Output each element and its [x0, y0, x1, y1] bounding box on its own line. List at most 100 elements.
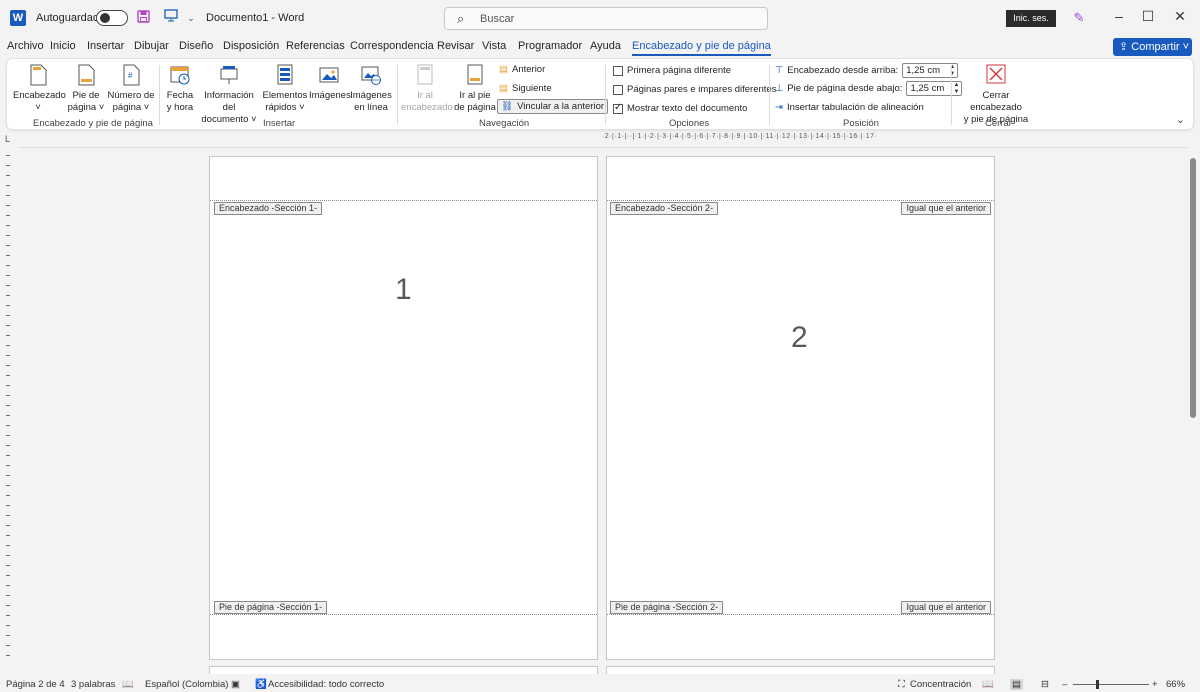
- zoom-slider-thumb[interactable]: [1096, 680, 1099, 689]
- online-pictures-button[interactable]: Imágenes en línea: [349, 63, 393, 114]
- header-section-tag: Encabezado -Sección 2-: [610, 202, 719, 215]
- go-to-header-label-2: encabezado: [401, 102, 453, 113]
- tab-dibujar[interactable]: Dibujar: [134, 40, 169, 52]
- footer-button[interactable]: Pie de página ˅: [65, 63, 107, 114]
- tab-encabezado-pie[interactable]: Encabezado y pie de página: [632, 40, 771, 56]
- link-to-previous-button[interactable]: ⛓ Vincular a la anterior: [497, 99, 609, 114]
- page-1[interactable]: Encabezado -Sección 1- 1 Pie de página -…: [209, 156, 598, 660]
- page-2[interactable]: Encabezado -Sección 2- Igual que el ante…: [606, 156, 995, 660]
- close-header-footer-button[interactable]: Cerrar encabezado y pie de página: [957, 63, 1035, 126]
- tab-selector-icon[interactable]: L: [5, 134, 10, 144]
- tab-ayuda[interactable]: Ayuda: [590, 40, 621, 52]
- print-layout-icon[interactable]: ▤: [1010, 679, 1023, 690]
- autosave-toggle[interactable]: [96, 10, 128, 26]
- tab-archivo[interactable]: Archivo: [7, 40, 44, 52]
- word-logo-icon: W: [10, 10, 26, 26]
- go-to-header-icon: [417, 64, 433, 85]
- footer-from-bottom-input[interactable]: 1,25 cm ▲ ▼: [906, 81, 963, 96]
- document-info-button[interactable]: Información del documento ˅: [197, 63, 261, 126]
- insert-alignment-tab-button[interactable]: ⇥ Insertar tabulación de alineación: [775, 102, 924, 113]
- header-section-tag: Encabezado -Sección 1-: [214, 202, 323, 215]
- ribbon-separator: [951, 65, 952, 125]
- date-time-label-2: y hora: [166, 102, 194, 113]
- footer-from-bottom-row: ⊥ Pie de página desde abajo: 1,25 cm ▲ ▼: [775, 81, 963, 96]
- tab-correspondencia[interactable]: Correspondencia: [350, 40, 434, 52]
- pictures-button[interactable]: Imágenes: [309, 63, 351, 102]
- previous-icon: ▤: [499, 64, 508, 75]
- text-predictions-icon[interactable]: ▣: [231, 679, 240, 690]
- zoom-in-icon[interactable]: +: [1152, 679, 1158, 690]
- zoom-level[interactable]: 66%: [1166, 679, 1185, 690]
- document-info-label-1: Información del: [204, 90, 254, 113]
- header-from-top-input[interactable]: 1,25 cm ▲ ▼: [902, 63, 959, 78]
- footer-from-bottom-value: 1,25 cm: [910, 83, 945, 94]
- share-button[interactable]: ⇪ Compartir ˅: [1113, 38, 1192, 56]
- header-chevron: ˅: [35, 102, 41, 113]
- sign-in-button[interactable]: Inic. ses.: [1006, 10, 1056, 27]
- go-to-header-button[interactable]: Ir al encabezado: [401, 63, 453, 114]
- zoom-out-icon[interactable]: –: [1062, 679, 1067, 690]
- web-layout-icon[interactable]: ⊟: [1041, 679, 1049, 690]
- close-icon[interactable]: ✕: [1170, 8, 1190, 25]
- share-icon: ⇪: [1119, 41, 1132, 53]
- page-count[interactable]: Página 2 de 4: [6, 679, 65, 690]
- header-from-top-value: 1,25 cm: [906, 65, 940, 76]
- go-to-footer-button[interactable]: Ir al pie de página: [453, 63, 497, 114]
- link-icon: ⛓: [501, 101, 514, 112]
- minimize-icon[interactable]: –: [1109, 8, 1129, 24]
- present-icon[interactable]: [162, 9, 180, 27]
- next-icon: ▤: [499, 83, 508, 94]
- ribbon: Encabezado ˅ Pie de página ˅ # Número de…: [6, 58, 1194, 130]
- tab-inicio[interactable]: Inicio: [50, 40, 76, 52]
- different-odd-even-checkbox[interactable]: [613, 84, 623, 95]
- header-from-top-row: ⊤ Encabezado desde arriba: 1,25 cm ▲ ▼: [775, 63, 959, 78]
- proofing-icon[interactable]: 📖: [122, 679, 134, 690]
- focus-icon[interactable]: ⛶: [898, 679, 905, 690]
- vertical-scrollbar[interactable]: [1189, 148, 1197, 660]
- quick-parts-button[interactable]: Elementos rápidos ˅: [261, 63, 309, 114]
- header-button[interactable]: Encabezado ˅: [13, 63, 66, 114]
- different-first-page-checkbox[interactable]: [613, 65, 623, 76]
- show-document-text-option[interactable]: Mostrar texto del documento: [613, 102, 747, 114]
- footer-section-tag: Pie de página -Sección 2-: [610, 601, 724, 614]
- customize-toolbar-icon[interactable]: ⌄: [182, 9, 200, 27]
- online-pictures-icon: [361, 66, 381, 85]
- footer-position-icon: ⊥: [775, 83, 784, 94]
- accessibility-status[interactable]: Accesibilidad: todo correcto: [268, 679, 384, 690]
- footer-from-bottom-label: Pie de página desde abajo:: [787, 83, 903, 94]
- accessibility-icon[interactable]: ♿: [255, 679, 267, 690]
- pen-icon[interactable]: ✎: [1070, 9, 1088, 27]
- previous-label: Anterior: [511, 64, 546, 75]
- tab-diseno[interactable]: Diseño: [179, 40, 213, 52]
- word-count[interactable]: 3 palabras: [71, 679, 115, 690]
- tab-referencias[interactable]: Referencias: [286, 40, 345, 52]
- go-to-header-label-1: Ir al: [417, 90, 433, 101]
- scrollbar-thumb[interactable]: [1190, 158, 1196, 418]
- search-box[interactable]: ⌕ Buscar: [444, 7, 768, 30]
- previous-button[interactable]: ▤ Anterior: [499, 64, 545, 75]
- save-icon[interactable]: [134, 9, 152, 27]
- different-odd-even-option[interactable]: Páginas pares e impares diferentes: [613, 84, 776, 95]
- tab-programador[interactable]: Programador: [518, 40, 582, 52]
- tab-vista[interactable]: Vista: [482, 40, 506, 52]
- read-mode-icon[interactable]: 📖: [982, 679, 994, 690]
- date-time-button[interactable]: Fecha y hora: [163, 63, 197, 114]
- language[interactable]: Español (Colombia): [145, 679, 228, 690]
- svg-text:#: #: [128, 71, 133, 80]
- toggle-knob: [100, 13, 110, 23]
- quick-parts-icon: [277, 64, 293, 85]
- tab-revisar[interactable]: Revisar: [437, 40, 474, 52]
- different-first-page-option[interactable]: Primera página diferente: [613, 65, 731, 76]
- document-canvas[interactable]: Encabezado -Sección 1- 1 Pie de página -…: [19, 147, 1188, 676]
- next-button[interactable]: ▤ Siguiente: [499, 83, 552, 94]
- zoom-slider[interactable]: [1073, 684, 1149, 685]
- tab-disposicion[interactable]: Disposición: [223, 40, 279, 52]
- tab-insertar[interactable]: Insertar: [87, 40, 124, 52]
- horizontal-ruler[interactable]: ·2·|·1·|··|·1·|·2·|·3·|·4·|·5·|·6·|·7·|·…: [602, 133, 948, 143]
- vertical-ruler[interactable]: [6, 155, 10, 660]
- ribbon-collapse-icon[interactable]: ⌄: [1176, 113, 1185, 126]
- maximize-icon[interactable]: ☐: [1138, 8, 1158, 25]
- focus-mode[interactable]: Concentración: [910, 679, 971, 690]
- show-document-text-checkbox[interactable]: [613, 102, 623, 114]
- page-number-button[interactable]: # Número de página ˅: [107, 63, 155, 114]
